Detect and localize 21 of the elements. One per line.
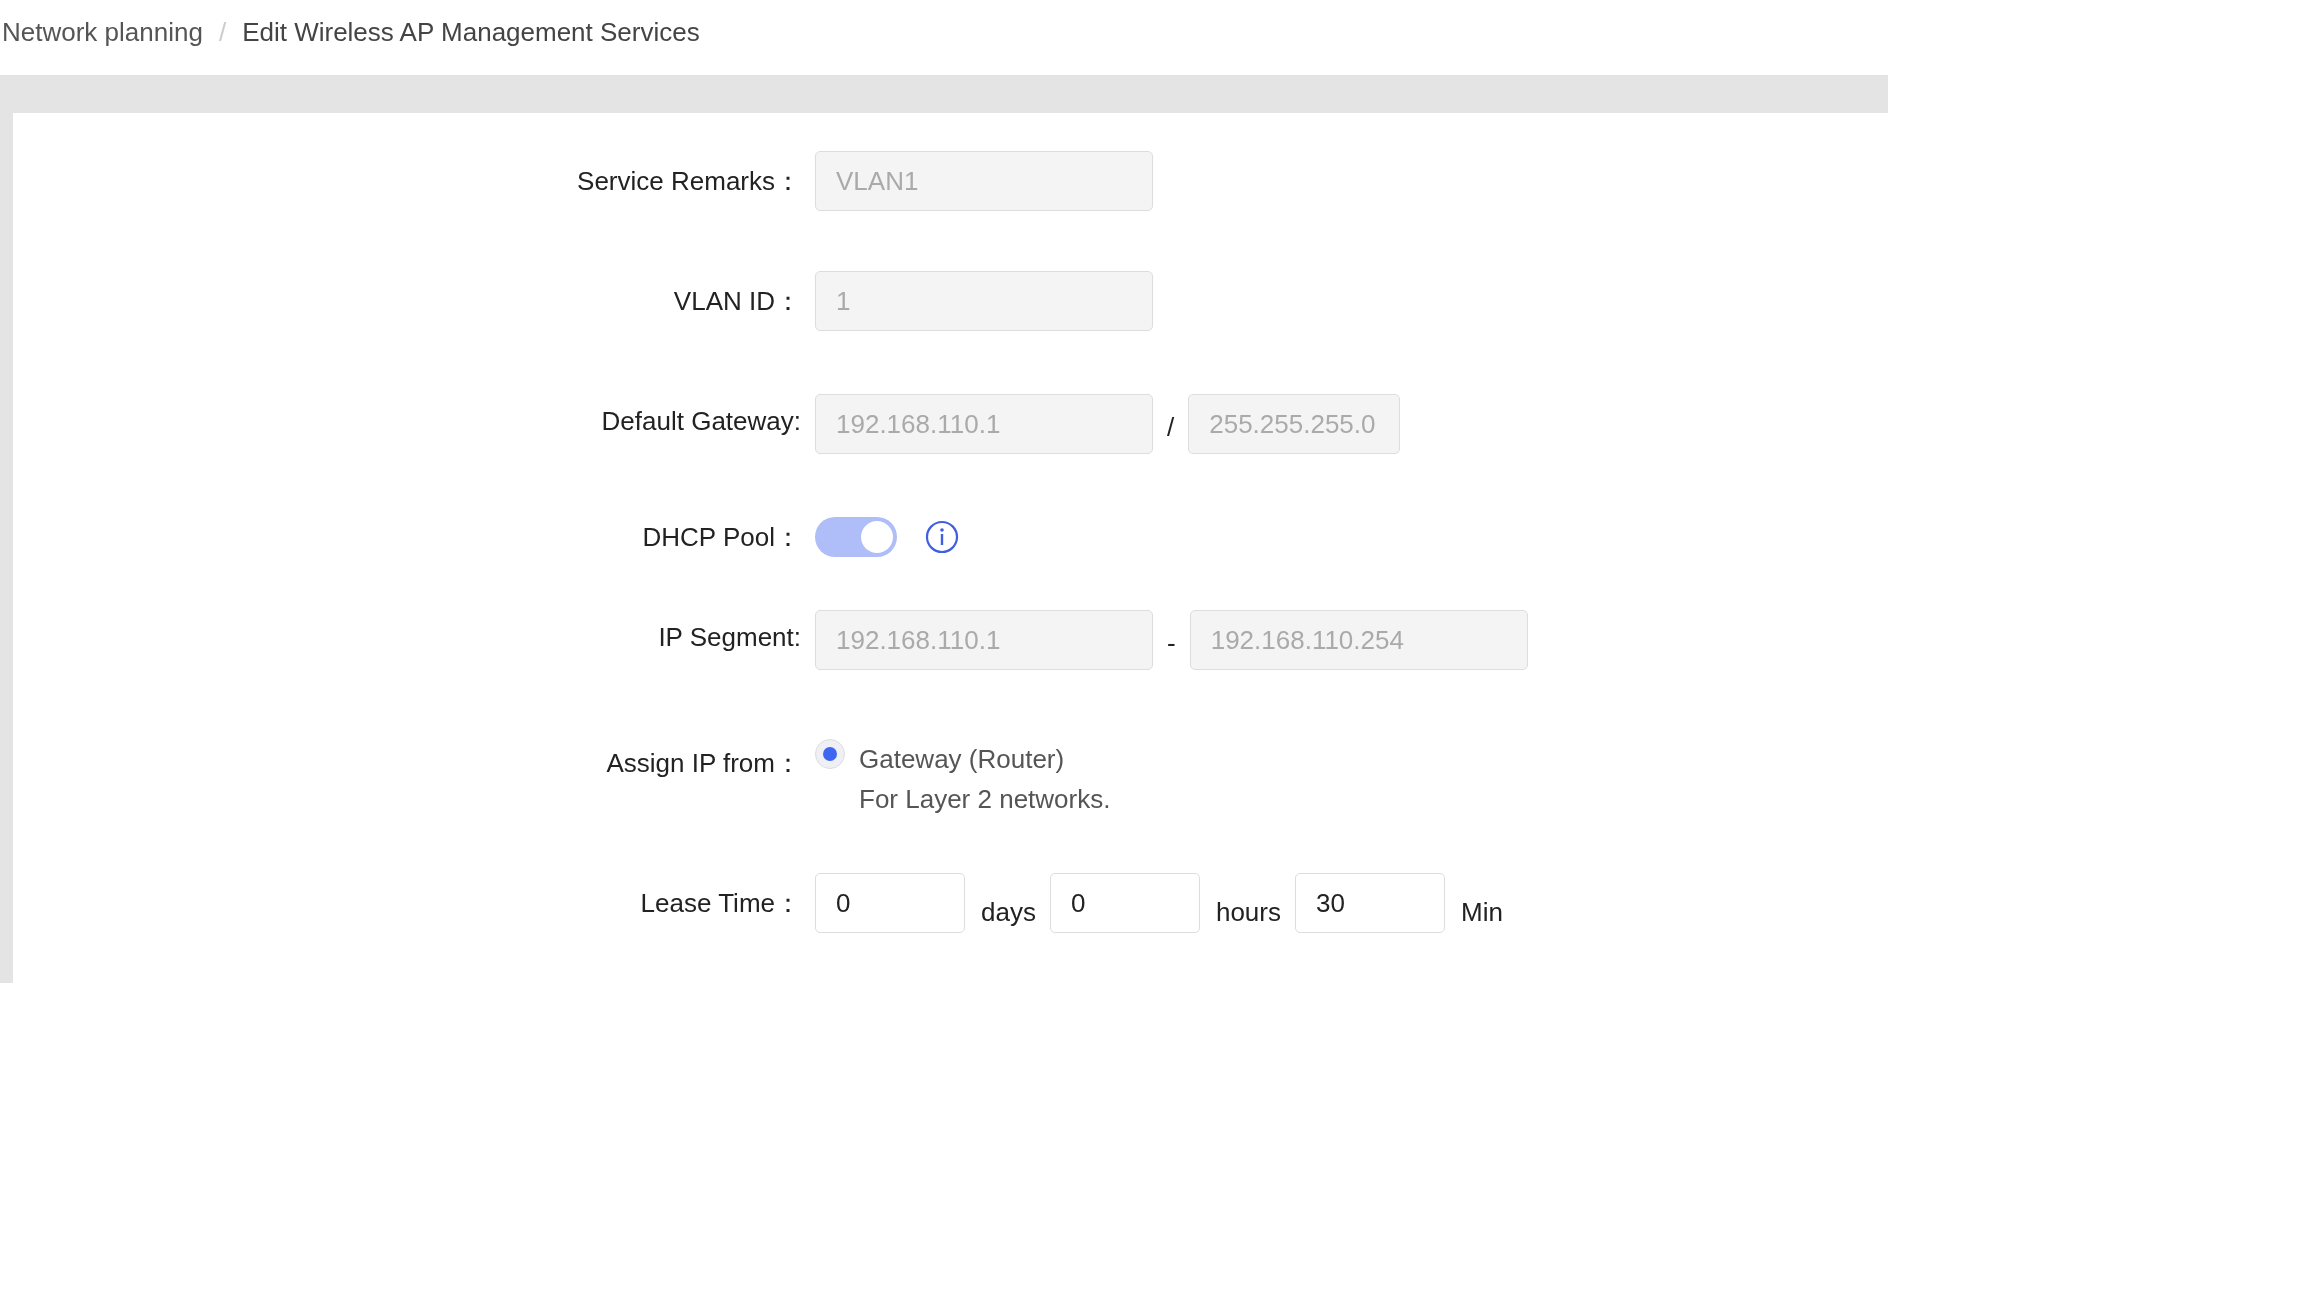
field-label: VLAN ID： <box>672 285 802 318</box>
option-description: For Layer 2 networks. <box>859 785 1111 813</box>
field-label: Lease Time： <box>639 887 802 920</box>
input-field[interactable]: 0 <box>815 873 965 933</box>
unit-label: days <box>980 896 1037 928</box>
input-field[interactable]: 0 <box>1049 873 1200 933</box>
input-field[interactable]: 30 <box>1294 873 1445 933</box>
option-label: Gateway (Router) <box>859 745 1066 773</box>
field-label: DHCP Pool： <box>641 521 802 554</box>
info-icon[interactable] <box>925 520 959 554</box>
field-label: IP Segment: <box>657 621 802 654</box>
separator-text: - <box>1166 627 1177 660</box>
unit-label: Min <box>1459 896 1504 928</box>
breadcrumb-link[interactable]: Network planning <box>2 16 203 48</box>
field-label: Assign IP from： <box>605 747 802 780</box>
field-label: Default Gateway: <box>600 405 802 438</box>
unit-label: hours <box>1214 896 1282 928</box>
field-label: Service Remarks： <box>576 165 802 198</box>
breadcrumb-separator: / <box>218 16 227 48</box>
radio-button[interactable] <box>815 739 845 769</box>
separator-text: / <box>1166 411 1176 444</box>
